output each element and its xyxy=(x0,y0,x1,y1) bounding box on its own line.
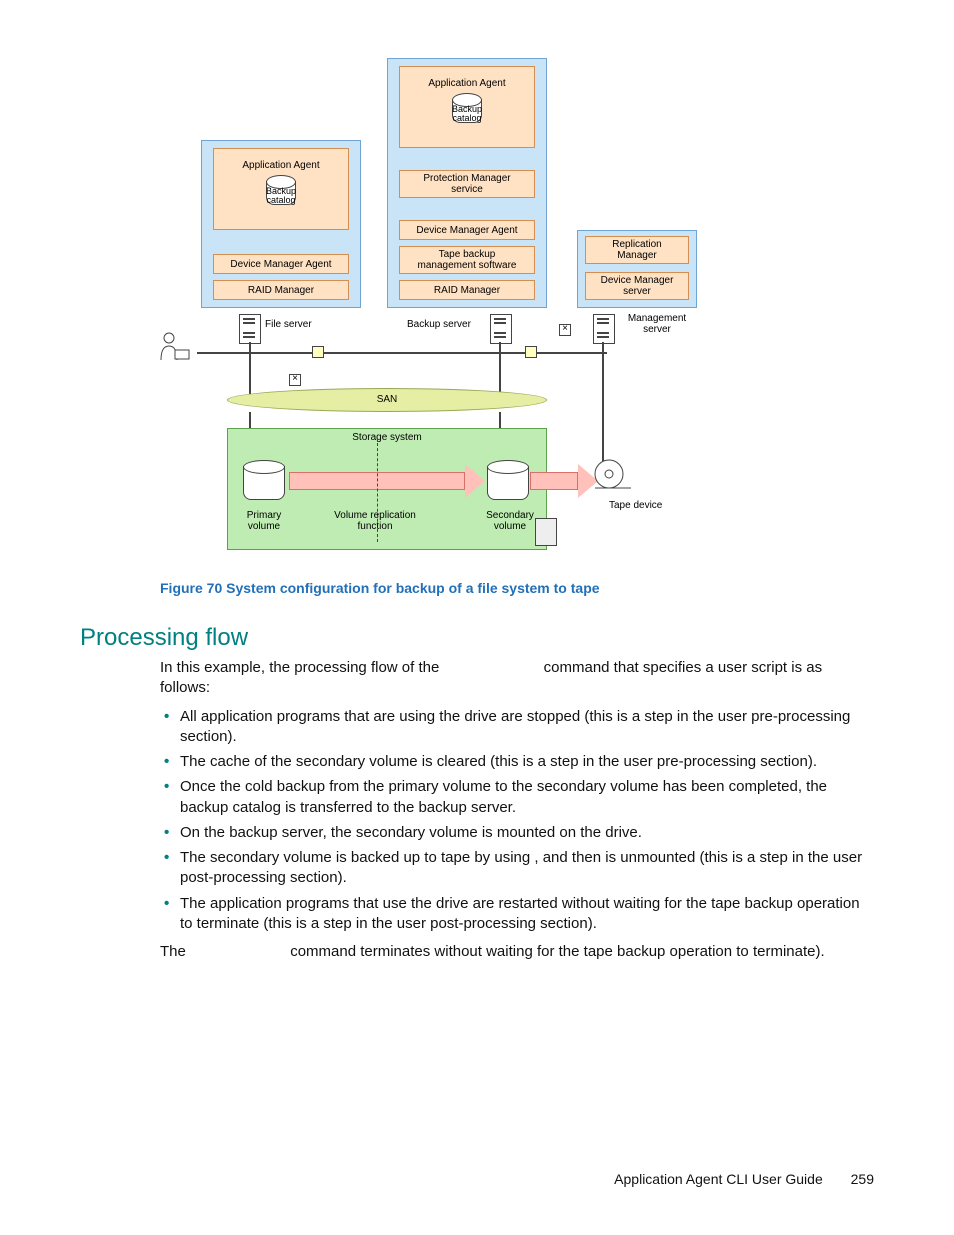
label-backup-server: Backup server xyxy=(407,319,471,330)
label-mgmt-server: Managementserver xyxy=(617,313,697,335)
label-raid-mgr-1: RAID Manager xyxy=(248,285,314,296)
bullet-list: All application programs that are using … xyxy=(160,707,874,935)
user-icon xyxy=(157,330,193,366)
label-mgmt-server-2: server xyxy=(643,324,671,335)
panel-app-agent-1: Application Agent Backup catalog xyxy=(213,148,349,230)
label-primary-volume-1: Primary xyxy=(247,510,281,521)
intro-paragraph: In this example, the processing flow of … xyxy=(160,658,874,699)
label-pm-service-2: service xyxy=(451,184,483,195)
system-configuration-diagram: Application Agent Backup catalog Device … xyxy=(197,40,757,560)
label-san: SAN xyxy=(377,394,398,405)
label-vol-repl-fn: Volume replicationfunction xyxy=(315,510,435,532)
box-repl-mgr: ReplicationManager xyxy=(585,236,689,264)
label-storage-system: Storage system xyxy=(227,432,547,443)
label-secondary-volume-2: volume xyxy=(494,521,526,532)
page-footer: Application Agent CLI User Guide 259 xyxy=(614,1171,874,1187)
list-item: On the backup server, the secondary volu… xyxy=(160,823,874,843)
label-repl-mgr-1: Replication xyxy=(612,239,661,250)
list-item: All application programs that are using … xyxy=(160,707,874,748)
figure-caption: Figure 70 System configuration for backu… xyxy=(160,580,874,596)
tape-device-icon xyxy=(591,458,635,498)
label-tape-sw-1: Tape backup xyxy=(439,249,496,260)
list-item: Once the cold backup from the primary vo… xyxy=(160,777,874,818)
box-tape-sw: Tape backupmanagement software xyxy=(399,246,535,274)
box-pm-service: Protection Managerservice xyxy=(399,170,535,198)
label-backup-catalog-2b: catalog xyxy=(452,113,481,123)
label-primary-volume-2: volume xyxy=(248,521,280,532)
page-number: 259 xyxy=(851,1171,874,1187)
label-repl-mgr-2: Manager xyxy=(617,250,656,261)
closing-after: command terminates without waiting for t… xyxy=(290,943,824,960)
closing-paragraph: The command terminates without waiting f… xyxy=(160,942,874,962)
label-tape-sw-2: management software xyxy=(418,260,517,271)
label-primary-volume: Primaryvolume xyxy=(227,510,301,532)
server-icon xyxy=(593,314,615,344)
intro-before: In this example, the processing flow of … xyxy=(160,659,443,676)
label-pm-service-1: Protection Manager xyxy=(423,173,510,184)
box-dev-mgr-agent-1: Device Manager Agent xyxy=(213,254,349,274)
box-dm-server: Device Managerserver xyxy=(585,272,689,300)
list-item: The application programs that use the dr… xyxy=(160,894,874,935)
list-item: The cache of the secondary volume is cle… xyxy=(160,752,874,772)
x-icon: × xyxy=(559,324,571,336)
label-raid-mgr-2: RAID Manager xyxy=(434,285,500,296)
label-dm-server-1: Device Manager xyxy=(601,275,674,286)
x-icon: × xyxy=(289,374,301,386)
label-secondary-volume-1: Secondary xyxy=(486,510,534,521)
label-app-agent-1: Application Agent xyxy=(216,160,346,171)
box-dev-mgr-agent-2: Device Manager Agent xyxy=(399,220,535,240)
server-icon xyxy=(239,314,261,344)
closing-before: The xyxy=(160,943,190,960)
box-raid-mgr-2: RAID Manager xyxy=(399,280,535,300)
server-icon xyxy=(490,314,512,344)
panel-app-agent-2: Application Agent Backup catalog xyxy=(399,66,535,148)
list-item: The secondary volume is backed up to tap… xyxy=(160,848,874,889)
network-line xyxy=(197,352,607,354)
box-raid-mgr-1: RAID Manager xyxy=(213,280,349,300)
label-dm-server-2: server xyxy=(623,286,651,297)
tape-spools-icon xyxy=(535,518,557,546)
tape-arrow xyxy=(530,472,578,490)
label-app-agent-2: Application Agent xyxy=(402,78,532,89)
cylinder-icon xyxy=(243,460,285,500)
san-ellipse: SAN xyxy=(227,388,547,412)
label-dev-mgr-agent-2: Device Manager Agent xyxy=(416,225,517,236)
connector-icon xyxy=(525,346,537,358)
label-vol-repl-fn-1: Volume replication xyxy=(334,510,416,521)
label-backup-catalog-1b: catalog xyxy=(266,195,295,205)
label-tape-device: Tape device xyxy=(609,500,662,511)
label-mgmt-server-1: Management xyxy=(628,313,686,324)
replication-arrow-head xyxy=(465,464,485,498)
footer-title: Application Agent CLI User Guide xyxy=(614,1171,823,1187)
link-line xyxy=(249,342,251,394)
link-line xyxy=(499,342,501,394)
section-heading: Processing flow xyxy=(80,624,874,652)
connector-icon xyxy=(312,346,324,358)
cylinder-icon xyxy=(487,460,529,500)
label-file-server: File server xyxy=(265,319,312,330)
label-dev-mgr-agent-1: Device Manager Agent xyxy=(230,259,331,270)
label-vol-repl-fn-2: function xyxy=(357,521,392,532)
